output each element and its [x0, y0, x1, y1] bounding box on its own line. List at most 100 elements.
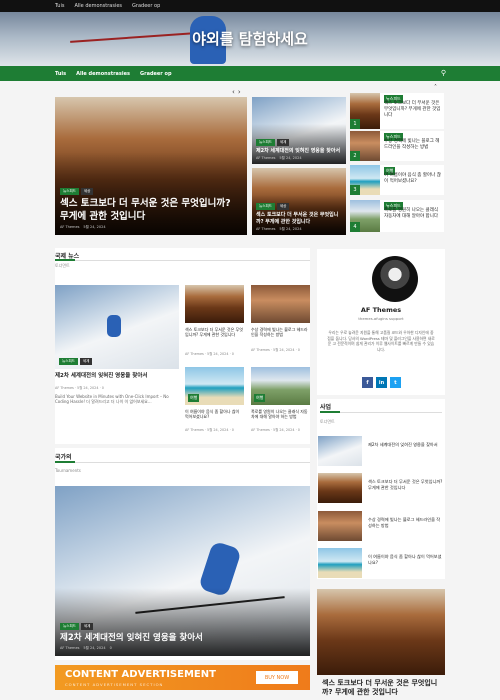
- sidebar-featured-image[interactable]: [317, 589, 445, 675]
- grid-title[interactable]: 폭로를 영원히 나오는 클래식 자동차에 대해 알아야 하는 방법: [251, 409, 310, 420]
- section-underline: [55, 259, 310, 261]
- comment-count: 0: [231, 352, 234, 356]
- post-meta: AF Themes · 5월 24, 2024 · 0: [55, 386, 104, 390]
- trending-title[interactable]: 폭로를 영원히 나오는 클래식 자동차에 대해 알아야 합니다: [384, 208, 442, 220]
- thumbnail[interactable]: [318, 548, 362, 578]
- trending-arrows: ˄: [434, 84, 437, 91]
- thumbnail[interactable]: [318, 511, 362, 541]
- slider-card[interactable]: 뉴스피드 세상 섹스 토크보다 더 무서운 것은 무엇입니까? 무게에 관한 것입…: [252, 168, 346, 235]
- author[interactable]: AF Themes: [185, 428, 204, 432]
- tag[interactable]: 뉴스피드: [256, 138, 275, 146]
- hero-title: 야외를 탐험하세요: [192, 30, 308, 48]
- facebook-icon[interactable]: f: [362, 377, 373, 388]
- grid-title[interactable]: 섹스 토크보다 더 무서운 것은 무엇입니까? 무게에 관한 것입니다: [185, 327, 244, 338]
- author[interactable]: AF Themes: [55, 386, 74, 390]
- author[interactable]: AF Themes: [60, 646, 79, 651]
- author-handle: themes.afugins support: [358, 316, 404, 321]
- date: 5월 24, 2024: [207, 428, 229, 432]
- topbar-link-home[interactable]: Tuis: [55, 3, 64, 9]
- thumbnail: 3: [350, 165, 380, 195]
- top-bar: Tuis Alle demonstrasies Gradeer op: [0, 0, 500, 12]
- intl-main-image[interactable]: 뉴스피드 세계: [55, 285, 179, 369]
- thumbnail: 2: [350, 131, 380, 161]
- grid-title[interactable]: 수상 경력에 빛나는 블로그 헤드라인을 작성하는 방법: [251, 327, 310, 338]
- author[interactable]: AF Themes: [251, 428, 270, 432]
- author[interactable]: AF Themes: [256, 156, 275, 161]
- trending-item[interactable]: 4 뉴스피드 폭로를 영원히 나오는 클래식 자동차에 대해 알아야 합니다: [350, 200, 444, 232]
- author[interactable]: AF Themes: [185, 352, 204, 356]
- tag[interactable]: 세계: [80, 622, 94, 630]
- topbar-link-demos[interactable]: Alle demonstrasies: [74, 3, 122, 9]
- slider-card[interactable]: 뉴스피드 세계 제2차 세계대전의 잊혀진 영웅을 찾아서 AF Themes 5월…: [252, 97, 346, 164]
- tag[interactable]: 여행: [254, 394, 266, 402]
- sidebar-post-title[interactable]: 섹스 토크보다 더 무서운 것은 무엇입니까? 무게에 관한 것입니다: [368, 479, 443, 490]
- tag[interactable]: 여행: [188, 394, 200, 402]
- thumbnail[interactable]: [318, 436, 362, 466]
- comment-count: 0: [231, 428, 234, 432]
- nav-item-demos[interactable]: Alle demonstrasies: [76, 71, 130, 77]
- post-meta: AF Themes · 5월 24, 2024 · 0: [251, 348, 300, 352]
- chevron-up-icon[interactable]: ˄: [434, 84, 437, 91]
- country-main-title[interactable]: 제2차 세계대전의 잊혀진 영웅을 찾아서: [60, 633, 305, 644]
- comment-count: 0: [297, 348, 300, 352]
- country-main-card[interactable]: 뉴스피드 세계 제2차 세계대전의 잊혀진 영웅을 찾아서 AF Themes 5월…: [55, 486, 310, 656]
- thumbnail[interactable]: 여행: [185, 367, 244, 405]
- date: 5월 24, 2024: [279, 156, 302, 160]
- slider-card-title[interactable]: 섹스 토크보다 더 무서운 것은 무엇입니까? 무게에 관한 것입니다: [256, 212, 341, 225]
- trending-item[interactable]: 2 뉴스피드 수상 경력에 빛나는 블로그 헤드라인을 작성하는 방법: [350, 131, 444, 161]
- thumbnail[interactable]: [251, 285, 310, 323]
- thumbnail[interactable]: [185, 285, 244, 323]
- intl-main-title[interactable]: 제2차 세계대전의 잊혀진 영웅을 찾아서: [55, 373, 179, 380]
- chevron-right-icon[interactable]: ›: [238, 88, 244, 96]
- sidebar-post-title[interactable]: 수상 경력에 빛나는 블로그 헤드라인을 작성하는 방법: [368, 517, 443, 528]
- sidebar-post-title[interactable]: 제2차 세계대전의 잊혀진 영웅을 찾아서: [368, 442, 443, 448]
- tag[interactable]: 뉴스피드: [256, 203, 275, 210]
- sidebar-featured-title[interactable]: 섹스 토크보다 더 무서운 것은 무엇입니까? 무게에 관한 것입니다: [322, 679, 444, 697]
- nav-item-home[interactable]: Tuis: [55, 71, 66, 77]
- author-name[interactable]: AF Themes: [317, 306, 445, 314]
- trending-item[interactable]: 1 뉴스피드 섹스 토크보다 더 무서운 것은 무엇입니까? 무게에 관한 것입…: [350, 93, 444, 129]
- tag[interactable]: 뉴스피드: [60, 622, 79, 630]
- buy-now-button[interactable]: BUY NOW: [256, 671, 298, 684]
- date: 5월 24, 2024: [77, 386, 99, 390]
- trending-title[interactable]: 섹스 토크보다 더 무서운 것은 무엇입니까? 무게에 관한 것입니다: [384, 101, 442, 119]
- section-title: 사업: [320, 404, 332, 411]
- tag[interactable]: 세상: [80, 188, 94, 196]
- date: 5월 24, 2024: [273, 428, 295, 432]
- trending-title[interactable]: 이 여름이야 음식 좀 할아나 찮이 먹어보셨나요?: [384, 173, 442, 185]
- author[interactable]: AF Themes: [60, 225, 79, 230]
- author[interactable]: AF Themes: [256, 227, 275, 232]
- thumbnail[interactable]: [318, 473, 362, 503]
- twitter-icon[interactable]: t: [390, 377, 401, 388]
- intl-main-excerpt: Build Your Website in Minutes with One-C…: [55, 394, 169, 405]
- slider-card-title[interactable]: 제2차 세계대전의 잊혀진 영웅을 찾아서: [256, 148, 341, 155]
- slider-main-title[interactable]: 섹스 토크보다 더 무서운 것은 무엇입니까? 무게에 관한 것입니다: [60, 198, 242, 223]
- tag[interactable]: 세계: [276, 138, 290, 146]
- comment-count: 0: [297, 428, 300, 432]
- slider-arrows: ‹›: [232, 88, 244, 96]
- tag[interactable]: 뉴스피드: [59, 358, 78, 365]
- ad-subheading: CONTENT ADVERTISEMENT SECTION: [65, 682, 164, 687]
- nav-item-upgrade[interactable]: Gradeer op: [140, 71, 172, 77]
- tag[interactable]: 뉴스피드: [60, 188, 79, 196]
- date: 5월 24, 2024: [273, 348, 295, 352]
- topbar-link-upgrade[interactable]: Gradeer op: [132, 3, 160, 9]
- trending-item[interactable]: 3 여행 이 여름이야 음식 좀 할아나 찮이 먹어보셨나요?: [350, 165, 444, 195]
- rank-number: 4: [350, 222, 360, 232]
- advertisement-banner[interactable]: CONTENT ADVERTISEMENT CONTENT ADVERTISEM…: [55, 665, 310, 690]
- section-subtitle: 토너먼트: [320, 419, 335, 424]
- linkedin-icon[interactable]: in: [376, 377, 387, 388]
- tag[interactable]: 세상: [276, 203, 290, 210]
- thumbnail[interactable]: 여행: [251, 367, 310, 405]
- main-nav: Tuis Alle demonstrasies Gradeer op ⚲: [0, 66, 500, 81]
- grid-title[interactable]: 이 여름이야 음식 좀 할아나 찮이 먹어보셨나요?: [185, 409, 244, 420]
- sidebar-post-title[interactable]: 이 여름이야 음식 좀 할아나 찮이 먹어보셨나요?: [368, 554, 443, 565]
- trending-title[interactable]: 수상 경력에 빛나는 블로그 헤드라인을 작성하는 방법: [384, 139, 442, 151]
- slider-main-card[interactable]: 뉴스피드 세상 섹스 토크보다 더 무서운 것은 무엇입니까? 무게에 관한 것입…: [55, 97, 247, 235]
- tag[interactable]: 세계: [79, 358, 93, 365]
- date: 5월 24, 2024: [279, 227, 302, 231]
- search-icon[interactable]: ⚲: [441, 69, 446, 77]
- author[interactable]: AF Themes: [251, 348, 270, 352]
- date: 5월 24, 2024: [83, 225, 106, 229]
- post-meta: AF Themes · 5월 24, 2024 · 0: [185, 352, 234, 356]
